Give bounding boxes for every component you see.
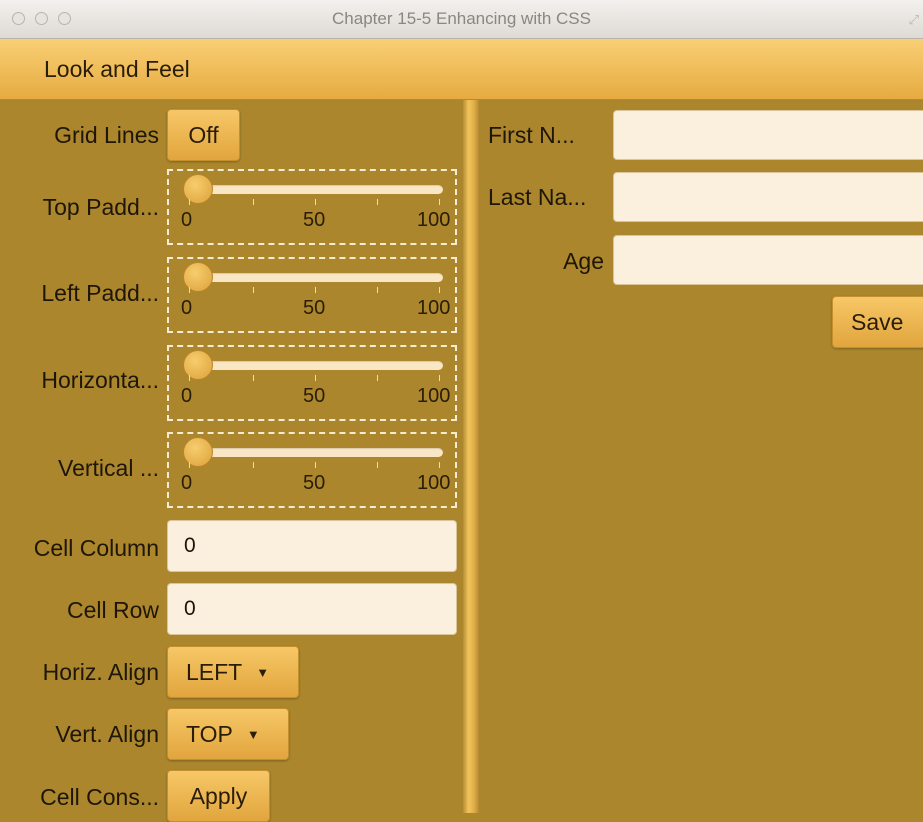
first-name-field[interactable] [613, 110, 923, 160]
vert-align-dropdown[interactable]: TOP ▼ [167, 708, 289, 760]
slider-thumb[interactable] [183, 437, 213, 467]
top-padding-slider[interactable]: 0 50 100 [167, 169, 457, 245]
left-padding-slider[interactable]: 0 50 100 [167, 257, 457, 333]
chevron-down-icon: ▼ [256, 664, 270, 680]
tick-label-max: 100 [417, 385, 451, 407]
age-field[interactable] [613, 235, 923, 285]
tick-label-max: 100 [417, 297, 451, 319]
vert-align-value: TOP [186, 720, 233, 747]
tick-label-mid: 50 [303, 472, 326, 494]
chevron-down-icon: ▼ [246, 726, 260, 742]
slider-thumb[interactable] [183, 350, 213, 380]
slider-track[interactable] [185, 185, 443, 194]
save-button[interactable]: Save [832, 296, 923, 348]
last-name-field[interactable] [613, 172, 923, 222]
slider-track[interactable] [185, 361, 443, 370]
horiz-align-label: Horiz. Align [42, 659, 159, 685]
tick-label-min: 0 [181, 385, 193, 407]
vertical-gap-label: Vertical ... [58, 455, 159, 481]
apply-button[interactable]: Apply [167, 770, 270, 822]
tick-label-mid: 50 [303, 385, 326, 407]
cell-row-label: Cell Row [66, 597, 159, 623]
grid-lines-label: Grid Lines [54, 122, 159, 148]
top-padding-label: Top Padd... [42, 194, 159, 220]
slider-track[interactable] [185, 273, 443, 282]
tick-label-max: 100 [417, 209, 451, 231]
tick-label-min: 0 [181, 297, 193, 319]
first-name-label: First N... [488, 122, 575, 148]
cell-column-label: Cell Column [33, 535, 159, 561]
left-padding-label: Left Padd... [41, 280, 159, 306]
tick-label-mid: 50 [303, 297, 326, 319]
tick-label-max: 100 [417, 472, 451, 494]
tick-label-min: 0 [181, 209, 193, 231]
slider-thumb[interactable] [183, 174, 213, 204]
grid-lines-toggle[interactable]: Off [167, 109, 240, 161]
horizontal-gap-slider[interactable]: 0 50 100 [167, 345, 457, 421]
vertical-gap-slider[interactable]: 0 50 100 [167, 432, 457, 508]
horiz-align-value: LEFT [186, 658, 243, 685]
vert-align-label: Vert. Align [55, 721, 159, 747]
horizontal-gap-label: Horizonta... [41, 367, 159, 393]
horiz-align-dropdown[interactable]: LEFT ▼ [167, 646, 299, 698]
tick-label-min: 0 [181, 472, 193, 494]
window-titlebar: Chapter 15-5 Enhancing with CSS ⤢ [0, 0, 923, 39]
fullscreen-icon[interactable]: ⤢ [909, 12, 919, 28]
menu-look-and-feel[interactable]: Look and Feel [44, 56, 190, 83]
window-title: Chapter 15-5 Enhancing with CSS [332, 9, 591, 28]
menu-bar: Look and Feel [0, 39, 923, 100]
cell-constraints-label: Cell Cons... [40, 784, 159, 810]
last-name-label: Last Na... [488, 184, 587, 210]
age-label: Age [563, 248, 604, 274]
slider-track[interactable] [185, 448, 443, 457]
cell-column-field[interactable]: 0 [167, 520, 457, 572]
tick-label-mid: 50 [303, 209, 326, 231]
split-pane-divider[interactable] [463, 100, 479, 813]
cell-row-field[interactable]: 0 [167, 583, 457, 635]
slider-thumb[interactable] [183, 262, 213, 292]
